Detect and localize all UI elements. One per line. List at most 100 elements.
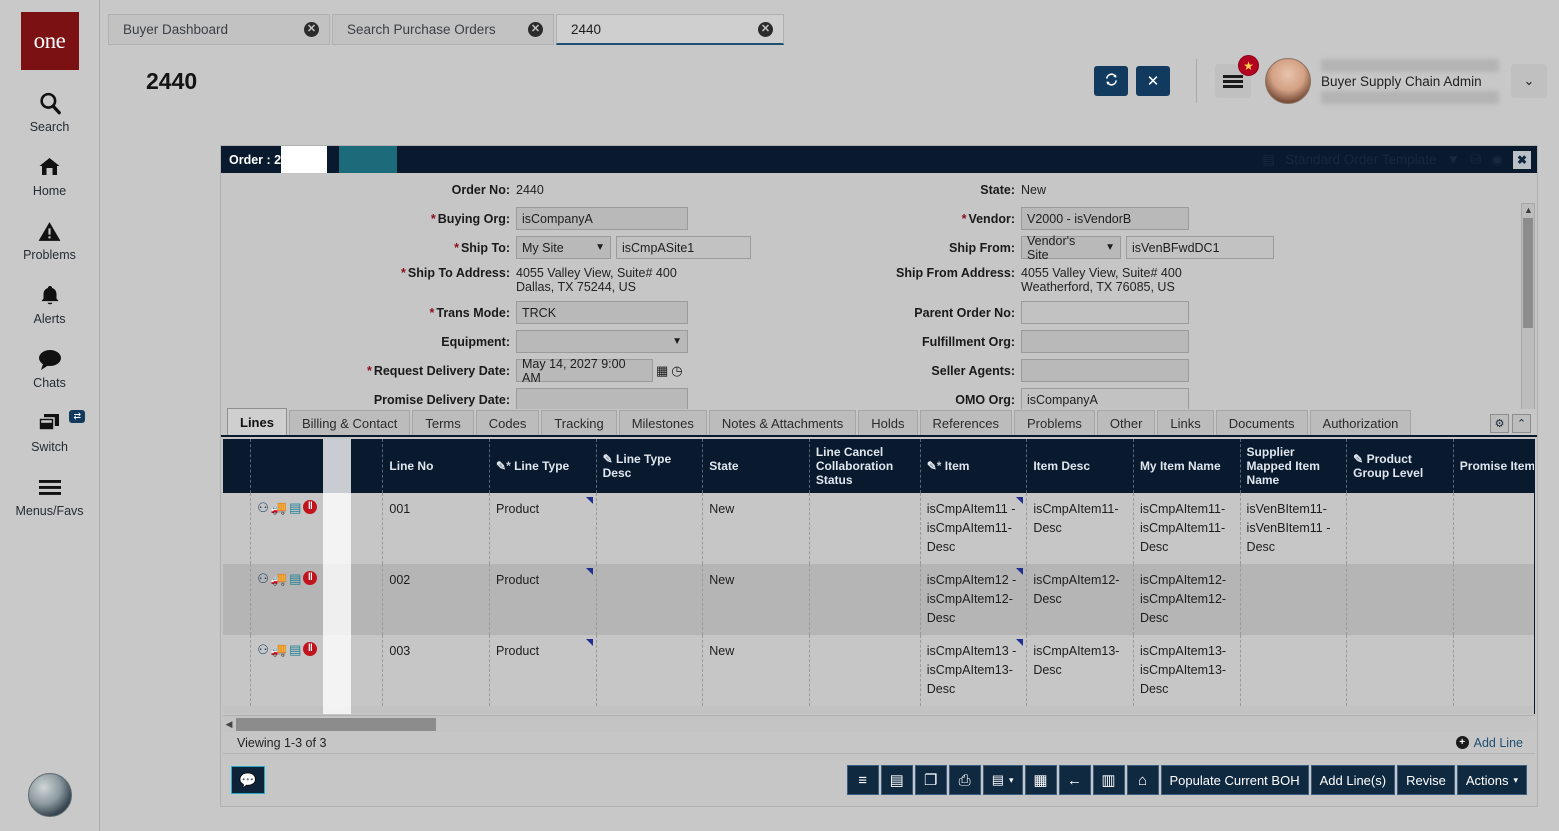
table-row[interactable]: ⚇ 🚚 ▤ ‖ 003 Product New isCmpAItem13 - i… xyxy=(223,635,1535,706)
fulfillment-org-input[interactable] xyxy=(1021,330,1189,353)
row-select-cell[interactable] xyxy=(223,564,251,635)
request-delivery-date-input[interactable]: May 14, 2027 9:00 AM xyxy=(516,359,653,382)
calculator-button[interactable]: ▦ xyxy=(1025,765,1057,795)
add-line-link[interactable]: + Add Line xyxy=(1456,736,1535,750)
scroll-up-icon[interactable]: ▲ xyxy=(1524,205,1533,215)
cell-line-no[interactable]: 002 xyxy=(383,564,490,635)
actions-button[interactable]: Actions▾ xyxy=(1457,765,1527,795)
clock-icon[interactable]: ◷ xyxy=(671,363,682,379)
tab-milestones[interactable]: Milestones xyxy=(619,410,707,435)
close-panel-button[interactable]: ✖ xyxy=(1513,151,1531,169)
truck-icon[interactable]: 🚚 xyxy=(271,501,287,514)
tab-tracking[interactable]: Tracking xyxy=(541,410,616,435)
support-agent-avatar[interactable] xyxy=(28,773,72,817)
col-state[interactable]: State xyxy=(703,439,810,493)
copy-document-icon[interactable]: ▤ xyxy=(306,153,317,167)
ship-from-select[interactable]: Vendor's Site ▼ xyxy=(1021,236,1121,259)
populate-current-boh-button[interactable]: Populate Current BOH xyxy=(1161,765,1309,795)
user-menu-button[interactable]: ⌄ xyxy=(1511,64,1547,98)
browser-tab-buyer-dashboard[interactable]: Buyer Dashboard ✕ xyxy=(108,14,330,45)
browser-tab-2440[interactable]: 2440 ✕ xyxy=(556,14,784,45)
tab-documents[interactable]: Documents xyxy=(1216,410,1308,435)
tab-terms[interactable]: Terms xyxy=(412,410,473,435)
table-row[interactable]: ⚇ 🚚 ▤ ‖ 001 Product New isCmpAItem11 - i… xyxy=(223,493,1535,564)
hold-icon[interactable]: ‖ xyxy=(303,642,317,656)
cell-line-type-desc[interactable] xyxy=(596,493,703,564)
app-logo[interactable]: one xyxy=(21,12,79,70)
col-line-cancel-collab-status[interactable]: Line Cancel Collaboration Status xyxy=(809,439,920,493)
order-template-label[interactable]: Standard Order Template xyxy=(1285,152,1436,167)
col-product-group-level[interactable]: ✎ Product Group Level xyxy=(1347,439,1454,493)
cell-line-type[interactable]: Product xyxy=(490,564,597,635)
ship-to-site-input[interactable]: isCmpASite1 xyxy=(616,236,751,259)
browser-tab-search-purchase-orders[interactable]: Search Purchase Orders ✕ xyxy=(332,14,554,45)
eye-icon[interactable]: ◉ xyxy=(1491,152,1503,168)
cell-line-type[interactable]: Product xyxy=(490,493,597,564)
settings-gear-icon[interactable]: ⚙ xyxy=(1490,414,1509,433)
box-icon[interactable]: ▤ xyxy=(289,572,301,585)
list-person-icon[interactable]: ⚇ xyxy=(257,643,269,656)
chart-button[interactable]: ▥ xyxy=(1093,765,1125,795)
cell-item[interactable]: isCmpAItem12 - isCmpAItem12-Desc xyxy=(920,564,1027,635)
clipboard-button[interactable]: ▤▾ xyxy=(983,765,1023,795)
sidebar-item-alerts[interactable]: Alerts xyxy=(0,280,99,326)
header-menu-button[interactable]: ★ xyxy=(1215,64,1251,98)
sidebar-item-switch[interactable]: ⇄ Switch xyxy=(0,408,99,454)
tab-codes[interactable]: Codes xyxy=(476,410,540,435)
chat-send-button[interactable]: 💬 xyxy=(231,766,265,794)
scrollbar-thumb[interactable] xyxy=(236,718,436,731)
grid-horizontal-scrollbar[interactable]: ◀ xyxy=(223,715,1535,732)
calendar-icon[interactable]: ▦ xyxy=(656,363,668,379)
audit-list-button[interactable]: ≡ xyxy=(847,765,879,795)
tab-holds[interactable]: Holds xyxy=(858,410,917,435)
cell-item[interactable]: isCmpAItem13 - isCmpAItem13-Desc xyxy=(920,635,1027,706)
sidebar-item-chats[interactable]: Chats xyxy=(0,344,99,390)
tab-authorization[interactable]: Authorization xyxy=(1310,410,1412,435)
col-supplier-mapped-item-name[interactable]: Supplier Mapped Item Name xyxy=(1240,439,1347,493)
vendor-input[interactable]: V2000 - isVendorB xyxy=(1021,207,1189,230)
home-button[interactable]: ⌂ xyxy=(1127,765,1159,795)
list-person-icon[interactable]: ⚇ xyxy=(257,572,269,585)
col-promise-item[interactable]: Promise Item xyxy=(1453,439,1535,493)
cell-product-group-level[interactable] xyxy=(1347,493,1454,564)
scroll-left-icon[interactable]: ◀ xyxy=(223,719,235,730)
close-icon[interactable]: ✕ xyxy=(528,22,543,37)
box-icon[interactable]: ▤ xyxy=(289,643,301,656)
col-line-type-desc[interactable]: ✎ Line Type Desc xyxy=(596,439,703,493)
print-button[interactable]: ⎙ xyxy=(949,765,981,795)
tab-other[interactable]: Other xyxy=(1097,410,1156,435)
promise-delivery-date-input[interactable] xyxy=(516,388,688,409)
sidebar-item-home[interactable]: Home xyxy=(0,152,99,198)
switch-badge-icon[interactable]: ⇄ xyxy=(69,410,85,423)
back-button[interactable]: ← xyxy=(1059,765,1091,795)
copy-button[interactable]: ❐ xyxy=(915,765,947,795)
revise-button[interactable]: Revise xyxy=(1397,765,1455,795)
trans-mode-input[interactable]: TRCK xyxy=(516,301,688,324)
cell-item[interactable]: isCmpAItem11 - isCmpAItem11-Desc xyxy=(920,493,1027,564)
sidebar-item-search[interactable]: Search xyxy=(0,88,99,134)
col-line-no[interactable]: Line No xyxy=(383,439,490,493)
truck-icon[interactable]: 🚚 xyxy=(271,572,287,585)
cell-line-type-desc[interactable] xyxy=(596,635,703,706)
avatar[interactable] xyxy=(1265,58,1311,104)
hold-icon[interactable]: ‖ xyxy=(303,500,317,514)
row-select-cell[interactable] xyxy=(223,635,251,706)
tab-billing-contact[interactable]: Billing & Contact xyxy=(289,410,410,435)
collapse-up-icon[interactable]: ⌃ xyxy=(1512,414,1531,433)
parent-order-no-input[interactable] xyxy=(1021,301,1189,324)
close-icon[interactable]: ✕ xyxy=(758,22,773,37)
col-my-item-name[interactable]: My Item Name xyxy=(1133,439,1240,493)
form-vertical-scrollbar[interactable]: ▲ ▼ xyxy=(1521,203,1535,409)
cell-product-group-level[interactable] xyxy=(1347,635,1454,706)
col-line-type[interactable]: ✎* Line Type xyxy=(490,439,597,493)
list-person-icon[interactable]: ⚇ xyxy=(257,501,269,514)
tab-notes-attachments[interactable]: Notes & Attachments xyxy=(709,410,856,435)
note-button[interactable]: ▤ xyxy=(881,765,913,795)
col-select[interactable] xyxy=(223,439,251,493)
ship-to-select[interactable]: My Site ▼ xyxy=(516,236,611,259)
tab-references[interactable]: References xyxy=(920,410,1012,435)
buying-org-input[interactable]: isCompanyA xyxy=(516,207,688,230)
scrollbar-thumb[interactable] xyxy=(1523,218,1533,328)
close-icon[interactable]: ✕ xyxy=(304,22,319,37)
cell-line-no[interactable]: 003 xyxy=(383,635,490,706)
